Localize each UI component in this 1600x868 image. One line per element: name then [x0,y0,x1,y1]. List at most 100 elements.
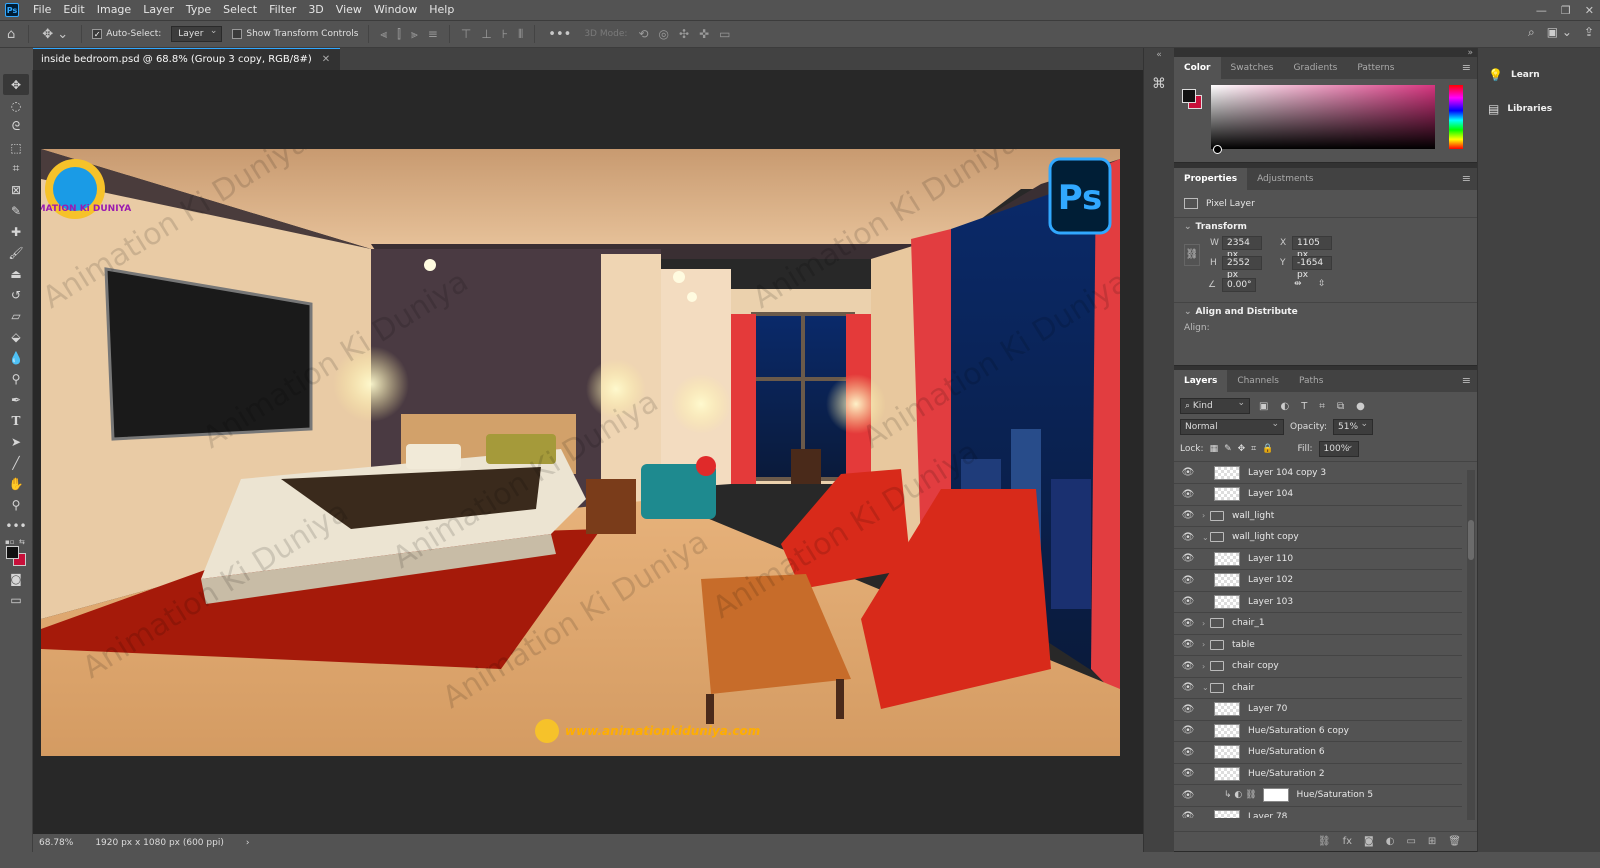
align-middle-icon[interactable]: ⊥ [476,27,496,41]
eraser-tool-icon[interactable]: ▱ [3,305,29,326]
visibility-eye-icon[interactable]: 👁 [1174,575,1202,586]
filter-kind-dropdown[interactable]: ⌕ Kind [1180,396,1250,414]
filter-toggle-icon[interactable]: ● [1353,401,1368,412]
layer-row[interactable]: 👁 ⌄ wall_light copy [1174,527,1462,549]
zoom-level[interactable]: 68.78% [39,838,73,848]
color-swatches[interactable]: ▪▫ ⇆ [3,538,29,568]
visibility-eye-icon[interactable]: 👁 [1174,790,1202,801]
menu-type[interactable]: Type [180,0,217,20]
align-bottom-icon[interactable]: ⊦ [497,27,513,41]
panel-menu-icon[interactable]: ≡ [1462,374,1471,387]
lock-position-icon[interactable]: ✥ [1238,444,1246,454]
foreground-color[interactable] [6,546,19,559]
line-tool-icon[interactable]: ╱ [3,452,29,473]
lock-transparent-icon[interactable]: ▦ [1210,444,1219,454]
minimize-icon[interactable]: — [1536,4,1547,17]
tab-gradients[interactable]: Gradients [1284,57,1348,79]
flip-horizontal-icon[interactable]: ⇹ [1294,279,1302,289]
align-left-icon[interactable]: ⫷ [375,27,392,42]
hue-slider[interactable] [1449,85,1463,149]
workspace-icon[interactable]: ▣ ⌄ [1547,25,1572,40]
lock-pixels-icon[interactable]: ✎ [1224,444,1232,454]
tab-color[interactable]: Color [1174,57,1221,79]
visibility-eye-icon[interactable]: 👁 [1174,596,1202,607]
crop-tool-icon[interactable]: ⌗ [3,158,29,179]
home-icon[interactable]: ⌂ [0,27,22,42]
dodge-tool-icon[interactable]: ⚲ [3,368,29,389]
filter-pixel-icon[interactable]: ▣ [1256,401,1271,412]
quick-mask-icon[interactable]: ◙ [3,568,29,589]
visibility-eye-icon[interactable]: 👁 [1174,682,1202,693]
history-brush-icon[interactable]: ↺ [3,284,29,305]
menu-select[interactable]: Select [217,0,263,20]
restore-icon[interactable]: ❐ [1561,4,1571,17]
auto-select-dropdown[interactable]: Layer [171,24,223,42]
trash-icon[interactable]: 🗑 [1448,836,1461,847]
foreground-color-swatch[interactable] [1182,89,1196,103]
menu-edit[interactable]: Edit [57,0,90,20]
status-arrow-icon[interactable]: › [246,838,250,848]
pen-tool-icon[interactable]: ✒ [3,389,29,410]
filter-smart-object-icon[interactable]: ⧉ [1334,401,1347,412]
hand-tool-icon[interactable]: ✋ [3,473,29,494]
blend-mode-dropdown[interactable]: Normal [1180,417,1284,435]
menu-help[interactable]: Help [423,0,460,20]
align-section-header[interactable]: ⌄ Align and Distribute [1174,302,1477,321]
screen-mode-icon[interactable]: ▭ [3,589,29,610]
share-icon[interactable]: ⇪ [1584,25,1594,40]
search-icon[interactable]: ⌕ [1528,25,1535,40]
group-collapsed-icon[interactable]: › [1202,662,1210,671]
lock-artboard-icon[interactable]: ⌗ [1251,444,1256,454]
visibility-eye-icon[interactable]: 👁 [1174,747,1202,758]
visibility-eye-icon[interactable]: 👁 [1174,618,1202,629]
tab-channels[interactable]: Channels [1227,370,1289,392]
layer-row[interactable]: 👁 Layer 103 [1174,591,1462,613]
group-collapsed-icon[interactable]: › [1202,640,1210,649]
frame-tool-icon[interactable]: ⊠ [3,179,29,200]
menu-window[interactable]: Window [368,0,423,20]
document-canvas[interactable]: Animation Ki Duniya Animation Ki Duniya … [41,149,1120,756]
distribute-vertical-icon[interactable]: ⦀ [513,27,528,42]
marquee-tool-icon[interactable]: ◌ [3,95,29,116]
layer-row[interactable]: 👁 Layer 78 [1174,806,1462,818]
close-window-icon[interactable]: ✕ [1585,4,1594,17]
default-colors-icon[interactable]: ▪▫ [5,538,15,546]
visibility-eye-icon[interactable]: 👁 [1174,725,1202,736]
visibility-eye-icon[interactable]: 👁 [1174,768,1202,779]
menu-layer[interactable]: Layer [137,0,180,20]
lasso-tool-icon[interactable]: ᘓ [3,116,29,137]
layer-row[interactable]: 👁 Hue/Saturation 6 copy [1174,720,1462,742]
layer-row[interactable]: 👁 › wall_light [1174,505,1462,527]
layer-row[interactable]: 👁 Layer 70 [1174,699,1462,721]
visibility-eye-icon[interactable]: 👁 [1174,532,1202,543]
canvas-area[interactable]: Animation Ki Duniya Animation Ki Duniya … [33,70,1143,834]
group-expanded-icon[interactable]: ⌄ [1202,533,1210,542]
filter-type-icon[interactable]: T [1298,401,1310,412]
layer-row[interactable]: 👁 Hue/Saturation 2 [1174,763,1462,785]
tab-adjustments[interactable]: Adjustments [1247,168,1323,190]
more-tools-icon[interactable]: ••• [3,515,29,536]
object-select-tool-icon[interactable]: ⬚ [3,137,29,158]
type-tool-icon[interactable]: T [3,410,29,431]
layer-mask-thumbnail[interactable] [1262,788,1289,802]
color-spectrum[interactable] [1211,85,1435,149]
layer-row[interactable]: 👁 › chair copy [1174,656,1462,678]
width-field[interactable]: 2354 px [1222,236,1262,260]
align-center-icon[interactable]: ⫿ [392,27,406,42]
add-mask-icon[interactable]: ◙ [1364,836,1374,847]
align-right-icon[interactable]: ⫸ [406,27,423,42]
opacity-field[interactable]: 51% [1333,417,1373,435]
transform-section-header[interactable]: ⌄ Transform [1174,218,1477,236]
libraries-button[interactable]: ▤ Libraries [1478,92,1600,126]
paint-bucket-icon[interactable]: ⬙ [3,326,29,347]
link-layers-icon[interactable]: ⛓ [1318,836,1331,847]
layers-scrollbar-thumb[interactable] [1468,520,1474,560]
layer-row[interactable]: 👁 › chair_1 [1174,613,1462,635]
brush-tool-icon[interactable]: 🖌 [3,242,29,263]
visibility-eye-icon[interactable]: 👁 [1174,510,1202,521]
history-panel-icon[interactable]: ⌘ [1144,76,1174,92]
menu-file[interactable]: File [27,0,57,20]
zoom-tool-icon[interactable]: ⚲ [3,494,29,515]
link-icon[interactable]: ⛓ [1184,244,1200,266]
show-transform-checkbox[interactable]: Show Transform Controls [228,29,362,39]
